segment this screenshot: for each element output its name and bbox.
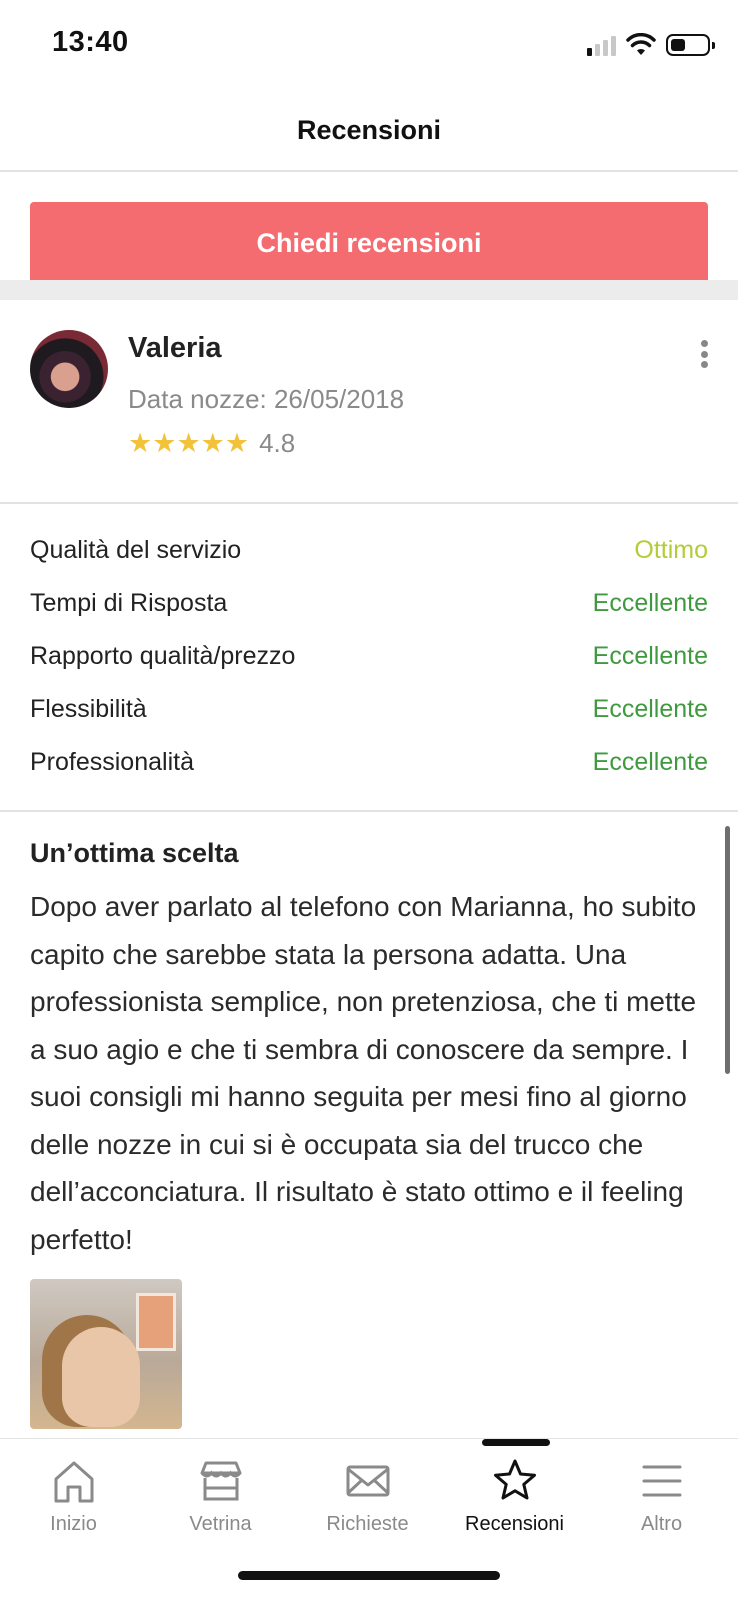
tab-label: Inizio xyxy=(50,1513,97,1535)
status-bar: 13:40 xyxy=(0,0,738,90)
scrollbar[interactable] xyxy=(725,826,730,1074)
tab-richieste[interactable]: Richieste xyxy=(294,1439,441,1559)
page-title: Recensioni xyxy=(296,114,442,145)
rating-row-service-quality: Qualità del servizio Ottimo xyxy=(0,524,738,577)
more-options-icon[interactable] xyxy=(700,340,708,368)
tab-recensioni[interactable]: Recensioni xyxy=(441,1439,588,1559)
rating-row-professionalism: Professionalità Eccellente xyxy=(0,736,738,789)
rating-label: Professionalità xyxy=(30,748,194,776)
reviewer-header: Valeria Data nozze: 26/05/2018 ★ ★ ★ ★ ★… xyxy=(0,300,738,504)
star-icon: ★ xyxy=(128,428,153,458)
ask-reviews-button[interactable]: Chiedi recensioni xyxy=(30,202,708,284)
rating-label: Tempi di Risposta xyxy=(30,589,228,617)
star-icon: ★ xyxy=(176,428,201,458)
rating-label: Flessibilità xyxy=(30,695,147,723)
tab-vetrina[interactable]: Vetrina xyxy=(147,1439,294,1559)
home-indicator[interactable] xyxy=(238,1571,500,1580)
star-icon: ★ xyxy=(200,428,225,458)
tab-label: Altro xyxy=(640,1513,683,1535)
cta-section: Chiedi recensioni xyxy=(0,172,738,284)
star-icon: ★ xyxy=(224,428,250,458)
rating-score: Eccellente xyxy=(592,695,708,723)
nav-header: Recensioni xyxy=(0,90,738,172)
tab-inizio[interactable]: Inizio xyxy=(0,1439,147,1559)
review-body: Un’ottima scelta Dopo aver parlato al te… xyxy=(0,812,738,1438)
tab-altro[interactable]: Altro xyxy=(588,1439,735,1559)
section-divider xyxy=(0,280,738,300)
rating-label: Rapporto qualità/prezzo xyxy=(30,642,296,670)
review-photo[interactable] xyxy=(30,1279,182,1429)
reviewer-name: Valeria xyxy=(128,332,222,364)
rating-score: Eccellente xyxy=(592,748,708,776)
rating-row-value: Rapporto qualità/prezzo Eccellente xyxy=(0,630,738,683)
rating-score: Ottimo xyxy=(634,536,708,564)
menu-icon xyxy=(642,1465,681,1497)
tab-label: Recensioni xyxy=(465,1513,564,1535)
star-icon: ★ xyxy=(152,428,177,458)
storefront-icon xyxy=(200,1461,241,1501)
star-rating: ★ ★ ★ ★ ★ 4.8 xyxy=(128,428,295,459)
rating-score: Eccellente xyxy=(592,642,708,670)
status-icons xyxy=(587,30,715,60)
tab-label: Richieste xyxy=(326,1513,409,1535)
wedding-date: Data nozze: 26/05/2018 xyxy=(128,384,405,414)
ratings-breakdown: Qualità del servizio Ottimo Tempi di Ris… xyxy=(0,504,738,812)
mail-icon xyxy=(346,1465,389,1497)
rating-row-flexibility: Flessibilità Eccellente xyxy=(0,683,738,736)
cellular-signal-icon xyxy=(587,34,616,56)
rating-label: Qualità del servizio xyxy=(30,536,242,564)
rating-value: 4.8 xyxy=(259,428,296,458)
rating-score: Eccellente xyxy=(592,589,708,617)
home-icon xyxy=(54,1461,93,1503)
battery-icon xyxy=(666,34,715,56)
star-icon xyxy=(493,1459,536,1500)
review-text: Dopo aver parlato al telefono con Marian… xyxy=(30,891,697,1255)
wifi-icon xyxy=(626,33,656,55)
review-title: Un’ottima scelta xyxy=(30,838,239,868)
rating-row-response-time: Tempi di Risposta Eccellente xyxy=(0,577,738,630)
status-time: 13:40 xyxy=(52,26,129,58)
avatar[interactable] xyxy=(30,330,108,408)
tab-label: Vetrina xyxy=(189,1513,252,1535)
